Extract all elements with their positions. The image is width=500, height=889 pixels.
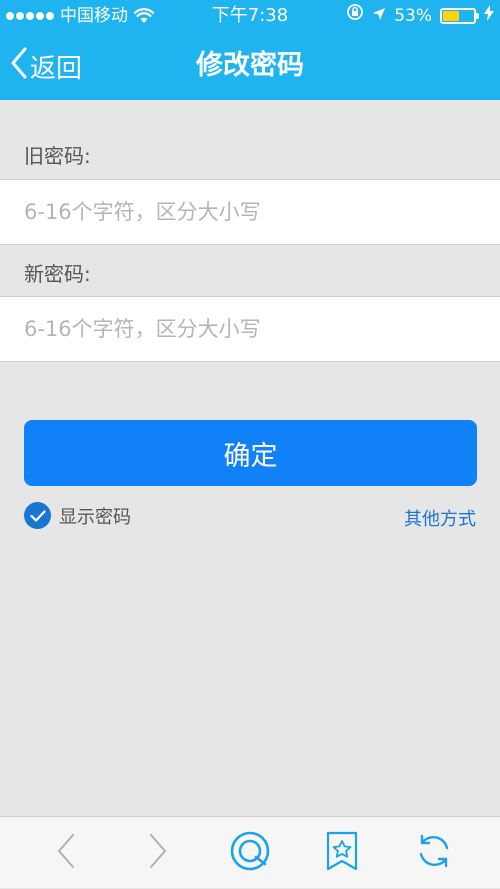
qq-browser-icon: [229, 830, 271, 876]
status-bar-right: 53%: [346, 0, 494, 32]
browser-toolbar: [0, 816, 500, 888]
refresh-icon: [414, 831, 454, 875]
checkmark-icon: [24, 502, 51, 529]
chevron-right-icon: [148, 833, 168, 873]
bookmark-star-icon: [325, 830, 359, 876]
status-bar: 中国移动 下午7:38 53%: [0, 0, 500, 32]
charging-bolt-icon: [484, 0, 494, 32]
show-password-label: 显示密码: [59, 506, 131, 528]
location-arrow-icon: [372, 0, 386, 32]
bookmarks-button[interactable]: [312, 817, 372, 889]
refresh-button[interactable]: [404, 817, 464, 889]
battery-percent: 53%: [394, 6, 432, 26]
top-header: 中国移动 下午7:38 53% 返回 修改密码: [0, 0, 500, 100]
other-methods-link[interactable]: 其他方式: [404, 505, 476, 531]
browser-home-button[interactable]: [220, 817, 280, 889]
page-title: 修改密码: [196, 50, 304, 81]
show-password-toggle[interactable]: 显示密码: [24, 502, 131, 529]
confirm-button[interactable]: 确定: [24, 420, 477, 486]
browser-forward-button[interactable]: [128, 817, 188, 889]
new-password-input[interactable]: [0, 297, 500, 361]
rotation-lock-icon: [346, 0, 364, 32]
new-password-label: 新密码:: [24, 262, 91, 286]
chevron-left-icon: [56, 833, 76, 873]
old-password-label: 旧密码:: [24, 144, 91, 168]
old-password-row: [0, 179, 500, 245]
battery-level-fill: [443, 11, 459, 21]
navigation-bar: 返回 修改密码: [0, 32, 500, 100]
old-password-input[interactable]: [0, 180, 500, 244]
browser-back-button[interactable]: [36, 817, 96, 889]
battery-icon: [440, 8, 479, 24]
new-password-row: [0, 296, 500, 362]
